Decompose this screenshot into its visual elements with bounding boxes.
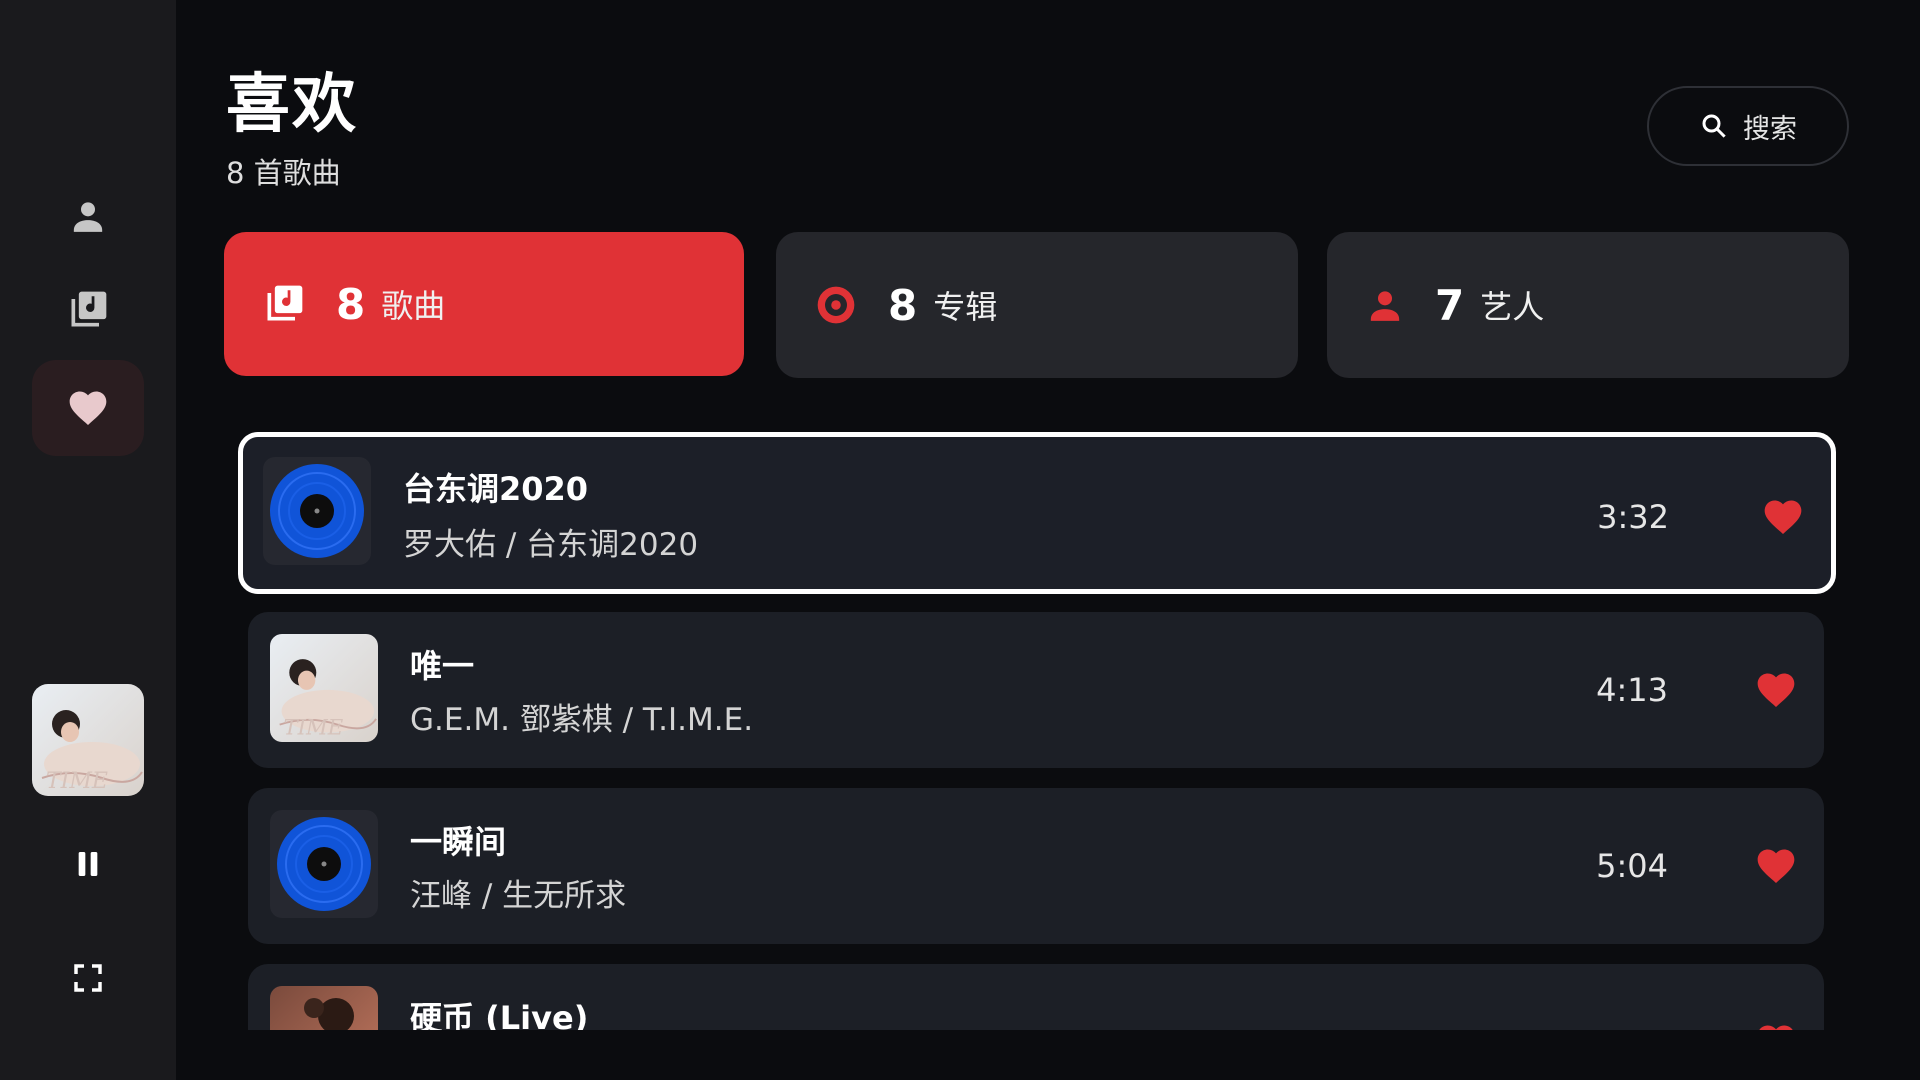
vinyl-icon: [277, 817, 371, 911]
search-icon: [1702, 114, 1726, 138]
heart-icon: [69, 391, 107, 426]
song-title: 唯一: [410, 647, 475, 685]
person-icon: [73, 202, 103, 232]
search-label: 搜索: [1743, 113, 1797, 145]
song-row[interactable]: TIME 唯一 G.E.M. 鄧紫棋 / T.I.M.E. 4:13: [248, 612, 1824, 768]
song-title: 一瞬间: [410, 823, 507, 861]
heart-icon: [1764, 500, 1802, 535]
song-title: 硬币 (Live): [410, 999, 589, 1030]
like-button[interactable]: [1761, 495, 1805, 543]
song-cover: [270, 810, 378, 918]
song-artist-album: G.E.M. 鄧紫棋 / T.I.M.E.: [410, 702, 754, 738]
svg-text:TIME: TIME: [284, 715, 344, 740]
song-artist-album: 罗大佑 / 台东调2020: [403, 527, 699, 563]
like-button[interactable]: [1754, 668, 1798, 716]
sidebar-item-favorites[interactable]: [32, 360, 144, 456]
disc-icon: [817, 286, 855, 324]
song-cover: TIME: [270, 634, 378, 742]
like-button[interactable]: [1754, 844, 1798, 892]
search-button[interactable]: 搜索: [1647, 86, 1849, 166]
tab-songs[interactable]: 8 歌曲: [224, 232, 744, 376]
now-playing-cover[interactable]: TIME: [32, 684, 144, 796]
artists-count: 7: [1435, 280, 1465, 330]
song-artist-album: 汪峰 / 生无所求: [410, 878, 627, 914]
heart-icon: [1757, 673, 1795, 708]
sidebar: TIME: [0, 0, 176, 1080]
sidebar-item-artists[interactable]: [32, 168, 144, 264]
main-content: 喜欢 8 首歌曲 搜索 8 歌曲 8 专辑 7 艺人 台东调2020 罗大佑 /…: [176, 0, 1920, 1030]
song-row[interactable]: 硬币 (Live): [248, 964, 1824, 1030]
music-library-icon: [267, 285, 303, 321]
page-subtitle: 8 首歌曲: [226, 156, 341, 190]
pause-icon: [78, 852, 98, 876]
vinyl-icon: [270, 464, 364, 558]
tab-albums[interactable]: 8 专辑: [776, 232, 1298, 378]
song-cover: [263, 457, 371, 565]
song-row[interactable]: 一瞬间 汪峰 / 生无所求 5:04: [248, 788, 1824, 944]
like-button[interactable]: [1754, 1020, 1798, 1030]
artists-label: 艺人: [1480, 288, 1545, 326]
song-duration: 3:32: [1597, 498, 1669, 536]
song-duration: 4:13: [1596, 671, 1668, 709]
page-title: 喜欢: [226, 68, 358, 142]
song-row[interactable]: 台东调2020 罗大佑 / 台东调2020 3:32: [238, 432, 1836, 594]
svg-text:TIME: TIME: [46, 769, 108, 794]
music-library-icon: [71, 291, 107, 327]
albums-count: 8: [888, 280, 918, 330]
heart-icon: [1759, 1025, 1793, 1030]
song-cover: [270, 986, 378, 1030]
albums-label: 专辑: [933, 288, 998, 326]
pause-button[interactable]: [32, 816, 144, 912]
tab-artists[interactable]: 7 艺人: [1327, 232, 1849, 378]
songs-label: 歌曲: [381, 287, 446, 325]
songs-count: 8: [336, 279, 366, 329]
song-duration: 5:04: [1596, 847, 1668, 885]
person-icon: [1370, 291, 1400, 321]
song-title: 台东调2020: [403, 470, 589, 508]
heart-icon: [1757, 849, 1795, 884]
sidebar-item-library[interactable]: [32, 262, 144, 358]
fullscreen-button[interactable]: [32, 930, 144, 1026]
fullscreen-icon: [74, 964, 102, 992]
